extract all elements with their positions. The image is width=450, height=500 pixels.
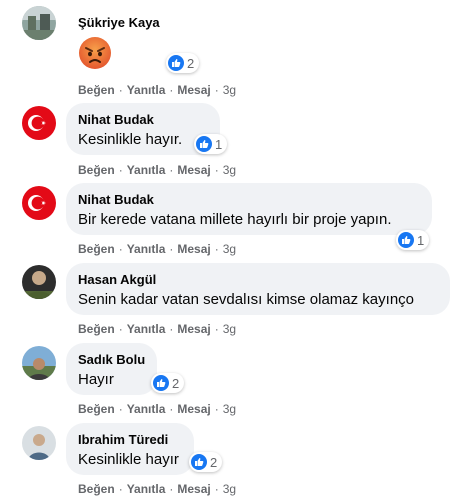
commenter-name[interactable]: Ibrahim Türedi [78, 431, 182, 448]
angry-face-emoji [79, 37, 111, 69]
like-reaction-icon [168, 55, 184, 71]
like-button[interactable]: Beğen [78, 482, 115, 496]
commenter-name[interactable]: Nihat Budak [78, 111, 208, 128]
like-reaction-icon [196, 136, 212, 152]
comment-text: Kesinlikle hayır [78, 451, 179, 468]
reply-button[interactable]: Yanıtla [127, 163, 166, 177]
comment-text: Senin kadar vatan sevdalısı kimse olamaz… [78, 291, 414, 308]
comment-text: Bir kerede vatana millete hayırlı bir pr… [78, 211, 392, 228]
avatar[interactable] [22, 426, 56, 460]
message-button[interactable]: Mesaj [177, 242, 210, 256]
message-button[interactable]: Mesaj [177, 402, 210, 416]
reaction-count: 2 [187, 55, 195, 71]
reply-button[interactable]: Yanıtla [127, 402, 166, 416]
comment-bubble: Ibrahim Türedi Kesinlikle hayır [66, 423, 194, 475]
reaction-count-badge[interactable]: 1 [194, 134, 228, 154]
comment-actions: Beğen · Yanıtla · Mesaj · 3g [78, 242, 237, 256]
message-button[interactable]: Mesaj [177, 322, 210, 336]
comment-actions: Beğen · Yanıtla · Mesaj · 3g [78, 482, 237, 496]
commenter-name[interactable]: Hasan Akgül [78, 271, 438, 288]
commenter-name[interactable]: Sadık Bolu [78, 351, 145, 368]
comment-actions: Beğen · Yanıtla · Mesaj · 3g [78, 83, 237, 97]
comment-time[interactable]: 3g [223, 482, 236, 496]
avatar[interactable] [22, 6, 56, 40]
comment-time[interactable]: 3g [223, 83, 236, 97]
avatar-image [22, 265, 56, 299]
comment-bubble: Hasan Akgül Senin kadar vatan sevdalısı … [66, 263, 450, 315]
reaction-count-badge[interactable]: 1 [396, 230, 430, 250]
like-reaction-icon [191, 454, 207, 470]
avatar[interactable] [22, 186, 56, 220]
avatar[interactable] [22, 265, 56, 299]
commenter-name[interactable]: Nihat Budak [78, 191, 420, 208]
like-button[interactable]: Beğen [78, 163, 115, 177]
comment-actions: Beğen · Yanıtla · Mesaj · 3g [78, 163, 237, 177]
avatar[interactable] [22, 346, 56, 380]
reply-button[interactable]: Yanıtla [127, 83, 166, 97]
reaction-count-badge[interactable]: 2 [151, 373, 185, 393]
message-button[interactable]: Mesaj [177, 83, 210, 97]
like-button[interactable]: Beğen [78, 83, 115, 97]
reply-button[interactable]: Yanıtla [127, 482, 166, 496]
like-button[interactable]: Beğen [78, 322, 115, 336]
avatar-image [22, 6, 56, 40]
reaction-count: 2 [210, 454, 218, 470]
comment-bubble: Sadık Bolu Hayır [66, 343, 157, 395]
like-reaction-icon [153, 375, 169, 391]
avatar-image [22, 346, 56, 380]
comment-time[interactable]: 3g [223, 402, 236, 416]
turkish-flag-avatar [22, 186, 56, 220]
comment-time[interactable]: 3g [223, 242, 236, 256]
like-button[interactable]: Beğen [78, 242, 115, 256]
comment-time[interactable]: 3g [223, 322, 236, 336]
comment-time[interactable]: 3g [223, 163, 236, 177]
comment-actions: Beğen · Yanıtla · Mesaj · 3g [78, 322, 237, 336]
reaction-count-badge[interactable]: 2 [166, 53, 200, 73]
message-button[interactable]: Mesaj [177, 163, 210, 177]
comment-text: Kesinlikle hayır. [78, 131, 183, 148]
like-reaction-icon [398, 232, 414, 248]
reply-button[interactable]: Yanıtla [127, 242, 166, 256]
reaction-count: 1 [215, 136, 223, 152]
commenter-name[interactable]: Şükriye Kaya [78, 14, 160, 31]
reaction-count: 2 [172, 375, 180, 391]
turkish-flag-avatar [22, 106, 56, 140]
like-button[interactable]: Beğen [78, 402, 115, 416]
comment-text: Hayır [78, 371, 114, 388]
reaction-count-badge[interactable]: 2 [189, 452, 223, 472]
reaction-count: 1 [417, 232, 425, 248]
comment-bubble: Nihat Budak Bir kerede vatana millete ha… [66, 183, 432, 235]
avatar[interactable] [22, 106, 56, 140]
message-button[interactable]: Mesaj [177, 482, 210, 496]
comment-actions: Beğen · Yanıtla · Mesaj · 3g [78, 402, 237, 416]
reply-button[interactable]: Yanıtla [127, 322, 166, 336]
avatar-image [22, 426, 56, 460]
